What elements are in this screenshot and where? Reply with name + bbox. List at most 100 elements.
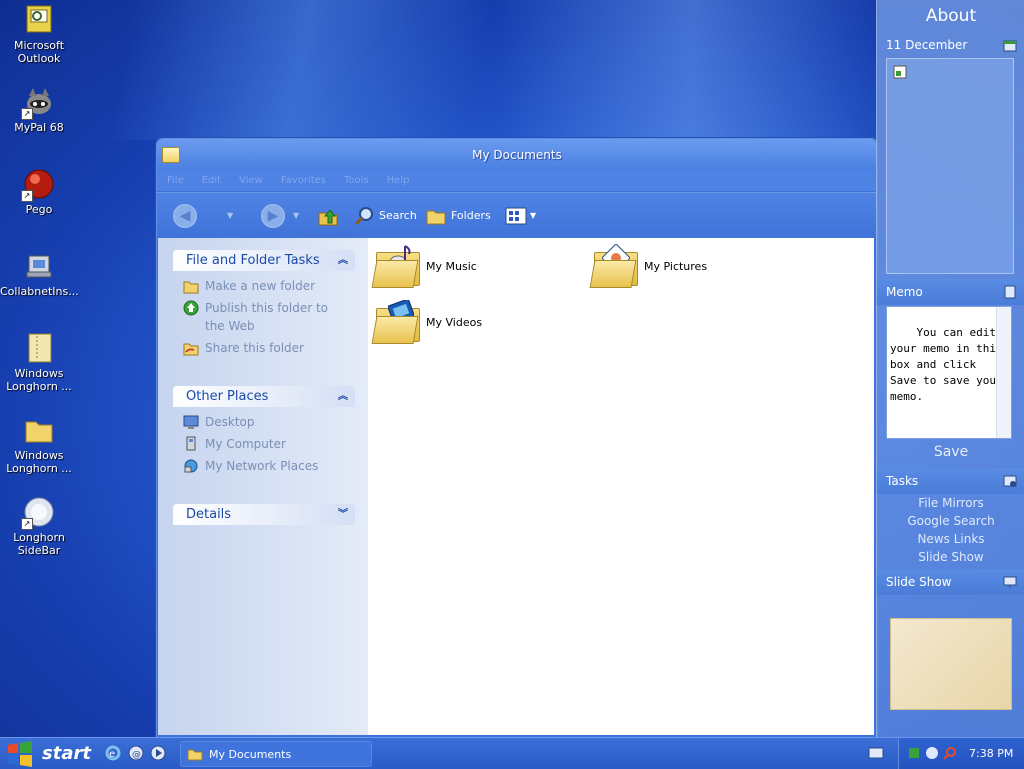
network-places-icon — [184, 459, 198, 473]
panel-title: Other Places — [186, 389, 269, 404]
task-link-file-mirrors[interactable]: File Mirrors — [877, 494, 1024, 512]
desktop-icon-label: Pego — [25, 203, 53, 216]
forward-button[interactable]: ▶ ▼ — [261, 193, 299, 238]
calendar-icon[interactable] — [1003, 38, 1017, 52]
collapse-chevron-icon[interactable]: ︽ — [338, 386, 348, 407]
up-folder-button[interactable] — [317, 193, 339, 238]
folder-my-music[interactable]: My Music — [371, 244, 477, 288]
share-folder-icon — [183, 343, 199, 356]
tasks-links: File Mirrors Google Search News Links Sl… — [877, 494, 1024, 566]
folder-icon — [23, 414, 55, 446]
task-link-google-search[interactable]: Google Search — [877, 512, 1024, 530]
menu-favorites[interactable]: Favorites — [271, 171, 334, 186]
memo-textarea[interactable]: You can edit your memo in this box and c… — [886, 306, 1012, 439]
internet-explorer-icon[interactable]: e — [105, 745, 121, 761]
keyboard-icon[interactable] — [868, 747, 884, 759]
pego-icon: ↗ — [21, 168, 55, 202]
menu-help[interactable]: Help — [377, 171, 418, 186]
wallpaper-streak — [500, 0, 880, 140]
network-tray-icon[interactable] — [907, 746, 921, 760]
memo-header: Memo — [877, 279, 1024, 305]
window-titlebar[interactable]: My Documents — [157, 139, 877, 171]
desktop-icon-label: CollabnetIns... — [0, 285, 79, 298]
desktop-icon-collabnet[interactable]: CollabnetIns... — [0, 250, 79, 298]
publish-web-icon — [183, 300, 199, 316]
desktop-icon-label: Windows Longhorn ... — [6, 449, 72, 475]
task-share-folder[interactable]: Share this folder — [183, 339, 355, 357]
folders-button[interactable]: Folders — [425, 193, 491, 238]
folders-icon — [426, 210, 446, 224]
folders-label: Folders — [451, 209, 491, 222]
media-player-icon[interactable] — [150, 745, 166, 761]
task-link-slide-show[interactable]: Slide Show — [877, 548, 1024, 566]
folder-my-videos[interactable]: My Videos — [371, 300, 482, 344]
task-make-new-folder[interactable]: Make a new folder — [183, 277, 355, 295]
folder-my-pictures[interactable]: My Pictures — [589, 244, 707, 288]
shortcut-arrow-icon: ↗ — [21, 518, 33, 530]
sidebar-about[interactable]: About — [877, 2, 1024, 30]
task-pane: File and Folder Tasks ︽ Make a new folde… — [158, 238, 368, 735]
menu-edit[interactable]: Edit — [192, 171, 229, 186]
desktop-icon-longhorn-folder[interactable]: Windows Longhorn ... — [0, 414, 78, 475]
desktop-icon-label: Windows Longhorn ... — [6, 367, 72, 393]
slideshow-image[interactable] — [890, 618, 1012, 710]
item-label: My Music — [426, 259, 477, 273]
forward-dropdown-icon[interactable]: ▼ — [293, 211, 299, 220]
videos-folder-icon — [371, 300, 422, 344]
svg-text:@: @ — [132, 750, 141, 760]
desktop-icon-longhorn-doc[interactable]: Windows Longhorn ... — [0, 332, 78, 393]
desktop-icon-mypal[interactable]: ↗ MyPal 68 — [0, 86, 78, 134]
outlook-icon — [23, 4, 55, 36]
outlook-express-icon[interactable]: @ — [128, 745, 144, 761]
menu-bar: File Edit View Favorites Tools Help — [157, 171, 877, 191]
search-tray-icon[interactable] — [943, 746, 957, 760]
collapse-chevron-icon[interactable]: ︽ — [338, 250, 348, 271]
clock: 7:38 PM — [969, 747, 1014, 760]
tasks-icon[interactable] — [1003, 474, 1017, 488]
notes-tile — [886, 58, 1014, 274]
wallpaper-streak — [107, 0, 493, 140]
volume-tray-icon[interactable] — [925, 746, 939, 760]
panel-header[interactable]: Details ︾ — [173, 504, 355, 525]
start-label: start — [42, 743, 91, 764]
mypal-icon: ↗ — [21, 86, 55, 120]
panel-header[interactable]: Other Places ︽ — [173, 386, 355, 407]
menu-view[interactable]: View — [229, 171, 271, 186]
toolbar: ◀ ▼ ▶ ▼ Search Folders ▼ — [157, 192, 877, 238]
desktop-icon-outlook[interactable]: Microsoft Outlook — [0, 4, 78, 65]
menu-file[interactable]: File — [157, 171, 192, 186]
slideshow-title: Slide Show — [886, 575, 952, 589]
panel-title: File and Folder Tasks — [186, 253, 320, 268]
memo-icon[interactable] — [1003, 285, 1017, 299]
place-network[interactable]: My Network Places — [183, 457, 355, 475]
my-documents-window: My Documents File Edit View Favorites Tools H… — [156, 138, 878, 738]
menu-tools[interactable]: Tools — [334, 171, 377, 186]
expand-chevron-icon[interactable]: ︾ — [338, 504, 348, 525]
memo-scrollbar[interactable] — [996, 307, 1011, 438]
panel-header[interactable]: File and Folder Tasks ︽ — [173, 250, 355, 271]
longhorn-sidebar: About 11 December Memo You can edit your… — [876, 0, 1024, 737]
desktop-icon-pego[interactable]: ↗ Pego — [0, 168, 78, 216]
desktop-icon-sidebar[interactable]: ↗ Longhorn SideBar — [0, 496, 78, 557]
views-button[interactable]: ▼ — [505, 193, 536, 238]
start-button[interactable]: start — [0, 738, 96, 769]
sidebar-app-icon: ↗ — [21, 496, 55, 530]
place-desktop[interactable]: Desktop — [183, 413, 355, 431]
task-publish-web[interactable]: Publish this folder to the Web — [183, 299, 355, 335]
calendar-header: 11 December — [877, 32, 1024, 58]
back-dropdown-icon[interactable]: ▼ — [227, 211, 233, 220]
place-my-computer[interactable]: My Computer — [183, 435, 355, 453]
my-computer-icon — [186, 436, 196, 451]
slideshow-icon[interactable] — [1003, 575, 1017, 589]
taskbar-button-my-documents[interactable]: My Documents — [180, 741, 372, 767]
back-button[interactable]: ◀ ▼ — [173, 193, 233, 238]
memo-save-button[interactable]: Save — [877, 441, 1024, 463]
task-link-news-links[interactable]: News Links — [877, 530, 1024, 548]
search-button[interactable]: Search — [353, 193, 417, 238]
memo-title: Memo — [886, 285, 923, 299]
tasks-title: Tasks — [886, 474, 919, 488]
windows-logo-icon — [8, 740, 32, 767]
desktop-icon-label: Longhorn SideBar — [13, 531, 65, 557]
panel-title: Details — [186, 507, 232, 522]
file-folder-tasks-panel: File and Folder Tasks ︽ Make a new folde… — [173, 250, 355, 365]
